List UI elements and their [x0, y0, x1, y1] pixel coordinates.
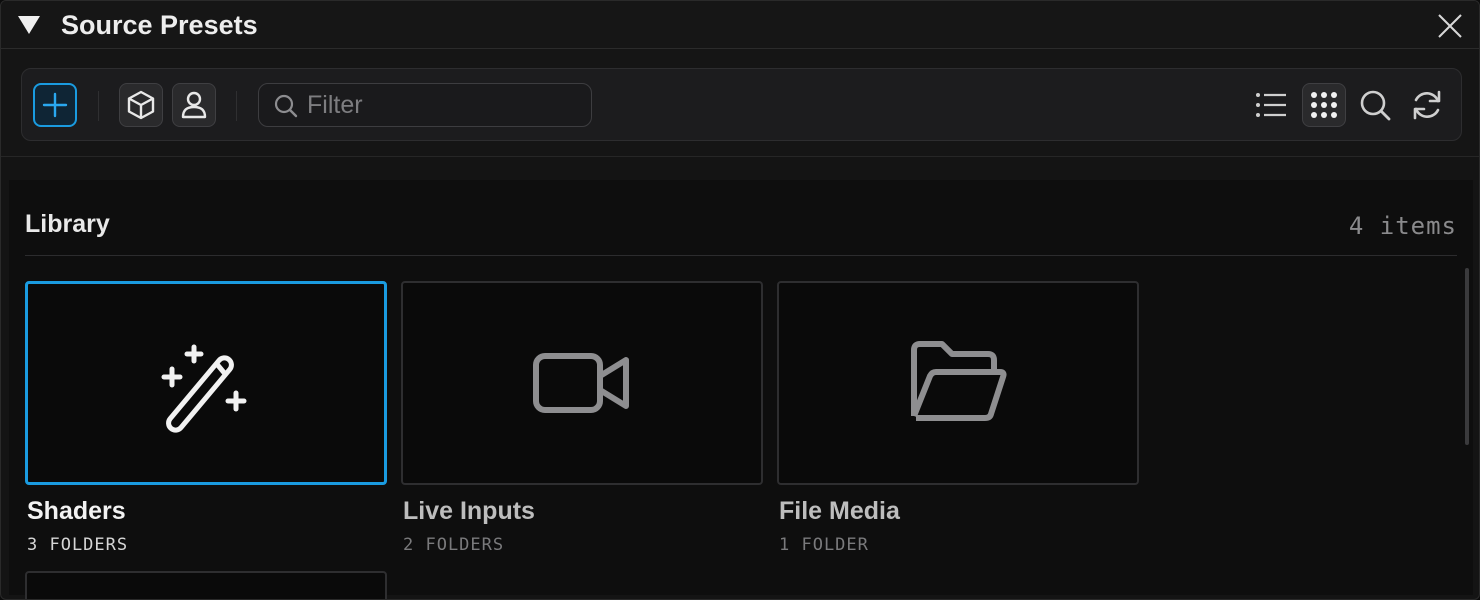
library-content: Library 4 items Shaders 3 FOLDERS Live I…: [9, 180, 1473, 599]
folder-open-icon: [911, 341, 1007, 421]
card-title: Live Inputs: [403, 497, 535, 525]
user-icon: [181, 91, 207, 119]
search-icon: [1360, 90, 1391, 121]
magnifier-icon: [274, 94, 298, 118]
library-header: Library 4 items: [25, 180, 1457, 256]
panel-titlebar: Source Presets: [1, 1, 1479, 49]
collapse-triangle-icon[interactable]: [17, 14, 41, 36]
card-subtitle: 2 FOLDERS: [403, 535, 505, 555]
toolbar: [21, 68, 1462, 141]
filter-field[interactable]: [258, 83, 592, 127]
toolbar-area: [1, 49, 1479, 157]
filter-input[interactable]: [307, 89, 577, 121]
card-title: File Media: [779, 497, 900, 525]
grid-view-button[interactable]: [1302, 83, 1346, 127]
card-title: Shaders: [27, 497, 126, 525]
plus-icon: [42, 92, 68, 118]
card-thumbnail: [401, 281, 763, 485]
toolbar-divider: [236, 91, 237, 121]
refresh-button[interactable]: [1405, 83, 1449, 127]
cube-icon: [127, 90, 155, 120]
list-icon: [1256, 93, 1286, 117]
library-item-count: 4 items: [1348, 212, 1457, 240]
user-filter-button[interactable]: [172, 83, 216, 127]
video-camera-icon: [533, 353, 629, 413]
search-button[interactable]: [1353, 83, 1397, 127]
scrollbar[interactable]: [1465, 268, 1469, 445]
library-title: Library: [25, 210, 110, 238]
add-preset-button[interactable]: [33, 83, 77, 127]
panel-title: Source Presets: [61, 10, 258, 40]
cube-filter-button[interactable]: [119, 83, 163, 127]
list-view-button[interactable]: [1249, 83, 1293, 127]
grid-icon: [1311, 92, 1337, 118]
card-subtitle: 1 FOLDER: [779, 535, 869, 555]
card-subtitle: 3 FOLDERS: [27, 535, 129, 555]
toolbar-divider: [98, 91, 99, 121]
magic-wand-icon: [161, 344, 247, 433]
card-thumbnail: [25, 281, 387, 485]
refresh-icon: [1413, 90, 1441, 120]
source-presets-panel: Source Presets Filter Library 4 items Sh…: [0, 0, 1480, 600]
close-icon[interactable]: [1435, 11, 1465, 41]
preset-card-partial[interactable]: [25, 571, 387, 599]
card-thumbnail: [777, 281, 1139, 485]
